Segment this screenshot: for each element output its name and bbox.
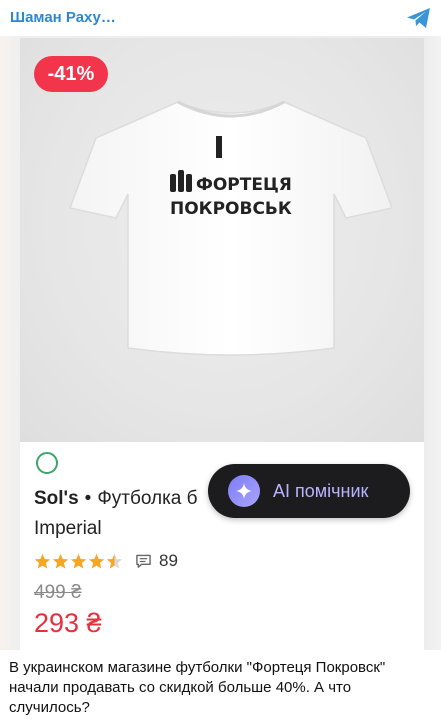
tshirt-image: ФОРТЕЦЯ ПОКРОВСЬК <box>68 100 394 356</box>
old-price: 499 ₴ <box>34 582 82 603</box>
star-icon <box>70 553 87 569</box>
half-star-icon <box>106 553 123 569</box>
comment-icon <box>136 554 151 568</box>
comment-count: 89 <box>159 551 178 570</box>
telegram-icon[interactable] <box>406 6 432 30</box>
new-price: 293 ₴ <box>34 608 102 638</box>
ai-assistant-button[interactable]: AI помічник <box>208 464 410 518</box>
title-separator: • <box>84 488 92 509</box>
channel-header: Шаман Раху… <box>0 0 441 36</box>
product-subtitle: Imperial <box>34 518 102 539</box>
sparkle-icon <box>228 475 260 507</box>
channel-title[interactable]: Шаман Раху… <box>10 9 116 26</box>
star-icon <box>52 553 69 569</box>
product-image[interactable]: ФОРТЕЦЯ ПОКРОВСЬК <box>20 38 424 442</box>
star-icon <box>88 553 105 569</box>
print-line2: ПОКРОВСЬК <box>170 199 292 219</box>
post-photo[interactable]: ФОРТЕЦЯ ПОКРОВСЬК -41% Sol's • Футболка б … <box>0 36 441 650</box>
favorite-circle-icon[interactable] <box>36 452 58 474</box>
post-caption: В украинском магазине футболки "Фортеця … <box>9 659 386 716</box>
discount-badge: -41% <box>34 56 108 92</box>
ai-assistant-label: AI помічник <box>273 480 369 501</box>
rating-stars <box>34 553 123 570</box>
product-name: Футболка б <box>97 488 198 509</box>
print-line1: ФОРТЕЦЯ <box>196 175 292 195</box>
rating-row: 89 <box>34 550 178 572</box>
comments[interactable]: 89 <box>135 551 178 571</box>
product-brand: Sol's <box>34 488 79 509</box>
star-icon <box>34 553 51 569</box>
